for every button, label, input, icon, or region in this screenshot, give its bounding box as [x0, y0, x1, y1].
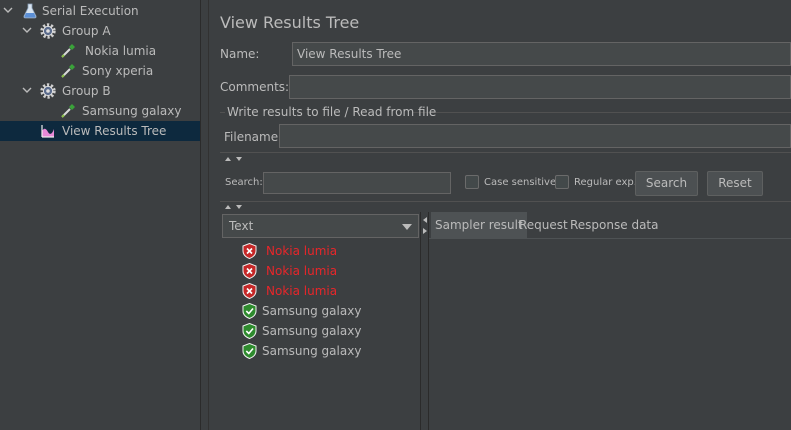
divider [220, 201, 791, 202]
divider [220, 152, 791, 153]
results-splitter[interactable] [420, 212, 429, 430]
pass-shield-icon [242, 323, 257, 339]
tree-item-sony-xperia[interactable]: Sony xperia [0, 61, 200, 81]
chevron-down-icon[interactable] [3, 5, 13, 15]
result-item-label: Samsung galaxy [262, 304, 362, 318]
result-item-label: Nokia lumia [266, 244, 338, 258]
pipette-icon [61, 104, 75, 118]
fail-shield-icon [242, 283, 257, 299]
search-input[interactable] [263, 172, 451, 194]
tree-item-label: Nokia lumia [85, 44, 157, 58]
filename-label: Filename [224, 130, 279, 144]
case-sensitive-checkbox[interactable] [465, 175, 479, 189]
tree-item-label: View Results Tree [62, 124, 167, 138]
test-plan-tree: Serial Execution Group A Nokia lumia Son… [0, 0, 200, 430]
result-item-label: Samsung galaxy [262, 324, 362, 338]
case-sensitive-label: Case sensitive [484, 177, 557, 188]
tree-item-view-results-tree[interactable]: View Results Tree [0, 121, 200, 141]
tab-underline [429, 238, 791, 239]
tree-item-nokia-lumia[interactable]: Nokia lumia [0, 41, 200, 61]
pipette-icon [61, 64, 75, 78]
tab-request[interactable]: Request [515, 212, 572, 238]
flask-icon [23, 3, 37, 19]
splitter-arrows-icon[interactable] [224, 203, 246, 211]
comments-label: Comments: [220, 80, 290, 94]
gear-icon [40, 23, 56, 39]
tab-response-data[interactable]: Response data [566, 212, 662, 238]
tree-item-label: Group B [62, 84, 111, 98]
page-title: View Results Tree [220, 13, 360, 32]
tree-item-label: Samsung galaxy [82, 104, 182, 118]
pass-shield-icon [242, 303, 257, 319]
reset-button[interactable]: Reset [707, 171, 763, 196]
comments-field[interactable] [289, 75, 791, 99]
tab-sampler-result[interactable]: Sampler result [431, 212, 527, 238]
result-item-label: Nokia lumia [266, 264, 338, 278]
tree-item-serial-execution[interactable]: Serial Execution [0, 1, 200, 21]
group-border [413, 112, 791, 113]
splitter-arrows-icon[interactable] [421, 216, 429, 238]
fail-shield-icon [242, 243, 257, 259]
fail-shield-icon [242, 263, 257, 279]
search-button[interactable]: Search [635, 171, 698, 196]
result-item-label: Nokia lumia [266, 284, 338, 298]
name-field[interactable]: View Results Tree [292, 42, 791, 66]
regex-label: Regular exp. [574, 177, 637, 188]
file-group-label: Write results to file / Read from file [227, 105, 437, 119]
view-results-tree-panel: View Results Tree Name: View Results Tre… [210, 0, 791, 430]
chevron-down-icon[interactable] [22, 85, 32, 95]
search-label: Search: [225, 177, 263, 188]
group-border [220, 112, 225, 113]
renderer-select-value: Text [229, 219, 254, 233]
results-list: Nokia lumia Nokia lumia Nokia lumia Sams… [242, 241, 422, 371]
name-label: Name: [220, 47, 260, 61]
filename-field[interactable] [279, 124, 791, 148]
pipette-icon [61, 44, 75, 58]
vertical-splitter[interactable] [200, 0, 209, 430]
pass-shield-icon [242, 343, 257, 359]
graph-icon [41, 125, 54, 138]
tree-item-label: Serial Execution [42, 4, 139, 18]
tree-item-label: Sony xperia [82, 64, 154, 78]
tree-item-group-b[interactable]: Group B [0, 81, 200, 101]
splitter-arrows-icon[interactable] [224, 155, 246, 163]
tree-item-samsung-galaxy[interactable]: Samsung galaxy [0, 101, 200, 121]
gear-icon [40, 83, 56, 99]
tree-item-group-a[interactable]: Group A [0, 21, 200, 41]
result-item-label: Samsung galaxy [262, 344, 362, 358]
renderer-select[interactable]: Text [222, 214, 419, 238]
dropdown-arrow-icon [402, 224, 412, 230]
chevron-down-icon[interactable] [22, 25, 32, 35]
regex-checkbox[interactable] [555, 175, 569, 189]
tree-item-label: Group A [62, 24, 111, 38]
